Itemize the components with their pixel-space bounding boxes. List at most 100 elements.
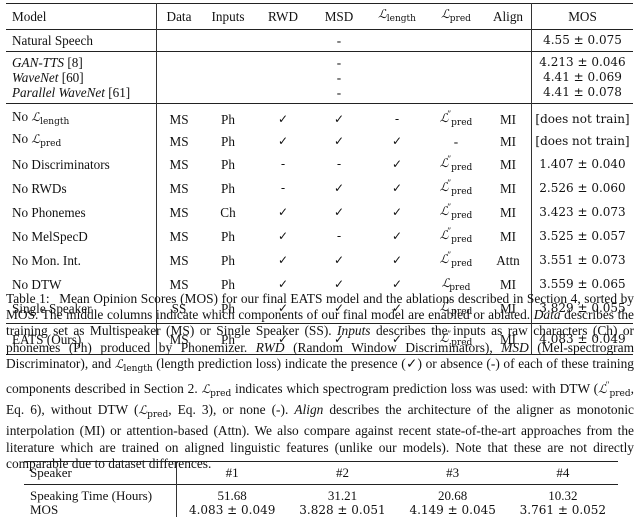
header-msd: MSD <box>324 8 354 24</box>
length-loss-cell: ✓ <box>391 156 403 171</box>
model-name: No RWDs <box>12 180 67 196</box>
msd-cell: - <box>336 156 342 171</box>
model-name: Parallel WaveNet [61] <box>6 85 157 104</box>
length-loss-cell: ✓ <box>391 252 403 267</box>
model-name: WaveNet [60] <box>6 70 157 85</box>
msd-cell: - <box>336 85 342 100</box>
table-row: No ℒpred MS Ph ✓ ✓ ✓ - MI [does not train] <box>6 131 633 152</box>
caption-label: Table 1: <box>6 291 50 306</box>
header-mos: MOS <box>531 3 633 30</box>
value-cell: 4.149 ± 0.045 <box>409 503 496 517</box>
header-speaker: Speaker <box>30 465 72 480</box>
model-name: No Discriminators <box>12 156 110 172</box>
inputs-cell <box>201 70 255 85</box>
table-header-row: Model Data Inputs RWD MSD ℒlength ℒpred … <box>6 3 633 30</box>
align-cell: MI <box>499 180 517 196</box>
table-row: No Phonemes MS Ch ✓ ✓ ✓ ℒ″pred MI 3.423 ± 0.073 <box>6 200 633 224</box>
data-cell: MS <box>156 176 201 200</box>
mos-value: 2.526 ± 0.060 <box>531 176 633 200</box>
data-cell: MS <box>156 103 201 131</box>
baselines-group: GAN-TTS [8] - 4.213 ± 0.046 WaveNet [60] - 4.… <box>6 51 633 104</box>
align-cell <box>485 52 532 71</box>
header-rwd: RWD <box>267 8 299 24</box>
mos-value: 3.525 ± 0.057 <box>531 224 633 248</box>
header-speaker-4: #4 <box>556 465 570 480</box>
rwd-cell <box>255 52 311 71</box>
rwd-cell: ✓ <box>277 134 289 148</box>
loss-symbol: ℒ <box>31 132 41 146</box>
model-name: No ℒpred <box>6 131 157 152</box>
data-cell: MS <box>156 224 201 248</box>
model-name: GAN-TTS [8] <box>6 52 157 70</box>
inputs-cell: Ph <box>221 134 235 149</box>
header-data: Data <box>156 3 201 30</box>
header-model: Model <box>12 8 47 24</box>
header-speaker-3: #3 <box>446 465 460 480</box>
loss-subscript: pred <box>451 187 473 197</box>
mos-value: 3.423 ± 0.073 <box>531 200 633 224</box>
inputs-cell: Ph <box>221 252 235 268</box>
align-cell: MI <box>499 204 517 220</box>
table-row: No Mon. Int. MS Ph ✓ ✓ ✓ ℒ″pred Attn 3.551 ± 0.0… <box>6 248 633 272</box>
data-cell <box>156 85 201 104</box>
rwd-cell: ✓ <box>277 204 289 219</box>
data-cell <box>156 51 201 70</box>
msd-cell: - <box>336 70 342 85</box>
natural-speech-group: Natural Speech - 4.55 ± 0.075 <box>6 29 633 52</box>
loss-subscript: pred <box>451 163 473 173</box>
align-cell: MI <box>499 111 517 127</box>
header-inputs: Inputs <box>211 8 245 24</box>
table-row: MOS 4.083 ± 0.049 3.828 ± 0.051 4.149 ± … <box>24 503 618 517</box>
table-row: WaveNet [60] - 4.41 ± 0.069 <box>6 70 633 85</box>
rwd-cell: ✓ <box>277 228 289 243</box>
length-loss-cell: ✓ <box>391 204 403 219</box>
inputs-cell: Ph <box>221 111 235 127</box>
loss-subscript: pred <box>451 211 473 221</box>
length-loss-cell: - <box>394 111 400 126</box>
value-cell: 3.828 ± 0.051 <box>299 503 386 517</box>
length-loss-cell <box>367 52 427 71</box>
value-cell: 31.21 <box>327 488 358 503</box>
loss-symbol: ℒ <box>31 109 41 124</box>
pred-loss-cell: ℒ″pred <box>427 176 485 200</box>
header-speaker-2: #2 <box>335 465 349 480</box>
pred-loss-cell: ℒ″pred <box>427 200 485 224</box>
rwd-cell <box>255 70 311 85</box>
msd-cell: ✓ <box>333 180 345 195</box>
msd-cell: ✓ <box>333 252 345 267</box>
header-l-length: ℒlength <box>378 7 416 24</box>
inputs-cell <box>201 52 255 71</box>
rwd-cell <box>255 85 311 104</box>
data-cell: MS <box>156 200 201 224</box>
length-loss-cell: ✓ <box>391 134 403 148</box>
inputs-cell: Ph <box>221 180 235 196</box>
length-loss-cell <box>367 85 427 104</box>
align-cell: MI <box>499 134 517 149</box>
data-cell <box>156 70 201 85</box>
model-prefix: No <box>12 108 32 124</box>
data-cell: MS <box>156 131 201 152</box>
loss-subscript: length <box>40 116 70 127</box>
value-cell: 3.761 ± 0.052 <box>519 503 607 517</box>
inputs-cell <box>201 85 255 104</box>
table-row: Natural Speech - 4.55 ± 0.075 <box>6 29 633 52</box>
pred-loss-cell: ℒ″pred <box>427 224 485 248</box>
data-cell: MS <box>156 152 201 176</box>
rwd-cell: - <box>280 156 286 171</box>
pred-loss-cell: - <box>453 134 459 149</box>
pred-loss-cell: ℒ″pred <box>427 152 485 176</box>
align-cell: MI <box>499 228 517 244</box>
value-cell: 10.32 <box>548 488 578 503</box>
baseline-name: WaveNet <box>12 70 59 85</box>
mos-value: [does not train] <box>531 103 633 131</box>
header-speaker-1: #1 <box>176 461 288 485</box>
value-cell: 20.68 <box>438 488 468 503</box>
row-label: Speaking Time (Hours) <box>30 488 153 503</box>
model-name: No MelSpecD <box>12 228 88 244</box>
data-cell: MS <box>156 248 201 272</box>
baseline-name: GAN-TTS <box>12 55 65 70</box>
table-row: No MelSpecD MS Ph ✓ - ✓ ℒ″pred MI 3.525 ± 0.057 <box>6 224 633 248</box>
mos-value: 4.55 ± 0.075 <box>531 29 633 52</box>
citation: [8] <box>67 55 83 70</box>
msd-cell: - <box>336 228 342 243</box>
